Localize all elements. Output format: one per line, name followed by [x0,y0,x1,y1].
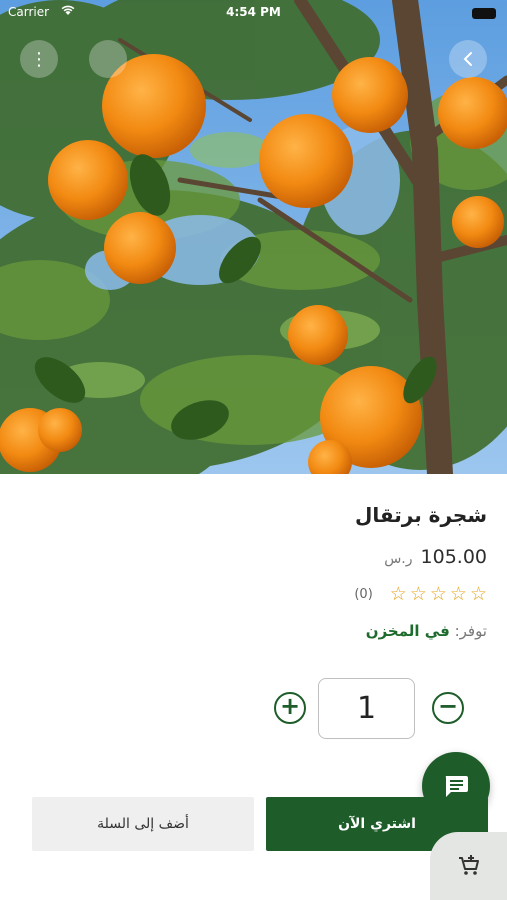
orange-tree-photo [0,0,507,474]
decrease-quantity-button[interactable]: − [432,692,464,724]
product-price: 105.00 ر.س [384,546,487,568]
star-icon: ☆ [389,583,407,605]
battery-icon [472,8,496,19]
star-icon: ☆ [449,583,467,605]
star-icon: ☆ [409,583,427,605]
back-icon[interactable] [449,40,487,78]
price-amount: 105.00 [420,546,487,568]
star-icon: ☆ [429,583,447,605]
price-currency: ر.س [384,551,413,567]
more-icon[interactable]: ⋮ [20,40,58,78]
rating-count: (0) [354,587,373,602]
clock: 4:54 PM [226,5,281,19]
stock-label: توفر: [454,622,487,640]
stock-value: في المخزن [365,622,450,640]
share-icon[interactable] [89,40,127,78]
product-rating: ☆ ☆ ☆ ☆ ☆ (0) [354,585,487,604]
product-image: Carrier 4:54 PM ⋮ [0,0,507,474]
cart-add-icon [458,855,479,875]
add-to-cart-button[interactable]: أضف إلى السلة [32,797,254,851]
chat-icon [445,776,468,797]
star-icon: ☆ [469,583,487,605]
product-title: شجرة برتقال [354,503,487,527]
cart-button[interactable] [430,832,507,900]
quantity-input[interactable]: 1 [318,678,415,739]
status-bar: Carrier 4:54 PM [0,0,507,26]
increase-quantity-button[interactable]: + [274,692,306,724]
stock-status: توفر: في المخزن [366,622,487,640]
